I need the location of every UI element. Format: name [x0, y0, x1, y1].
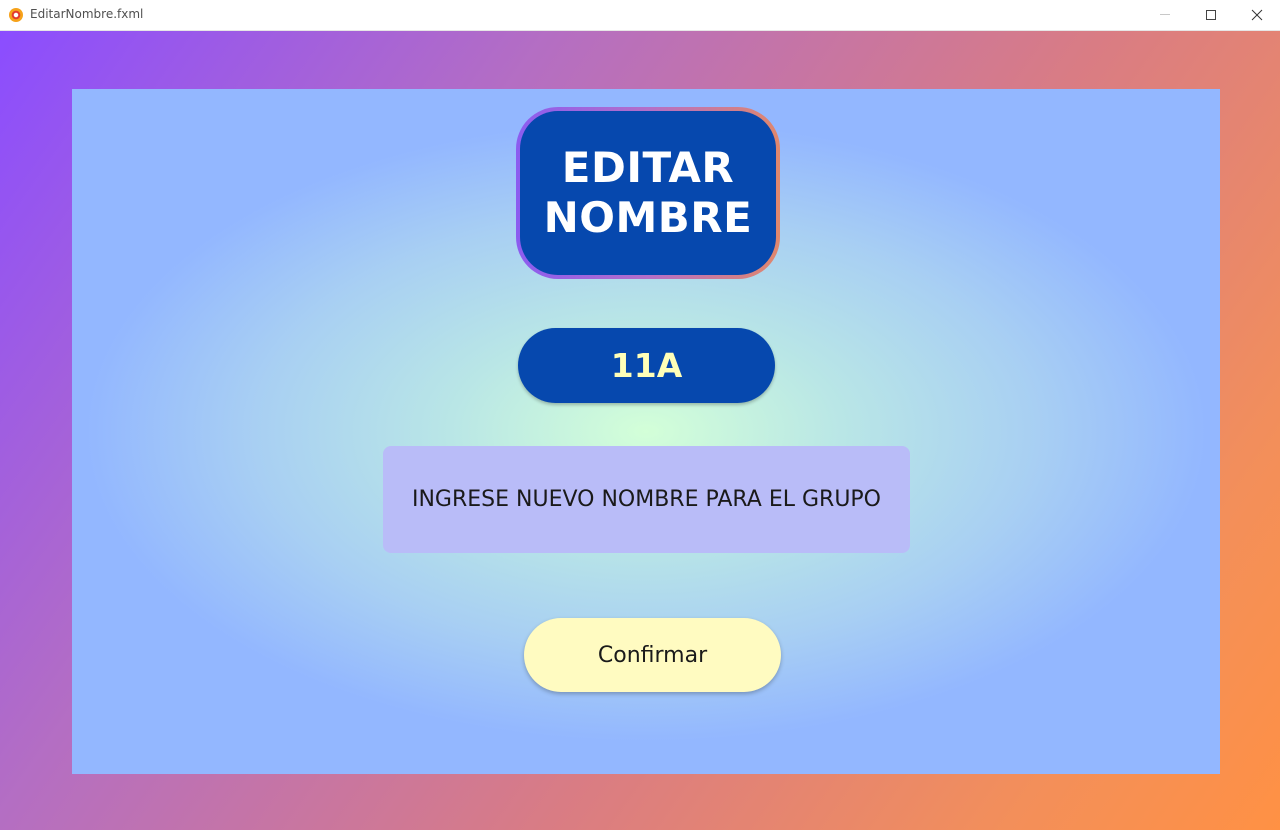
page-title-badge: EDITAR NOMBRE — [516, 107, 780, 279]
new-group-name-input[interactable] — [383, 446, 910, 553]
page-title: EDITAR NOMBRE — [520, 111, 776, 275]
title-bar: EditarNombre.fxml — [0, 0, 1280, 31]
confirm-button-label: Confirmar — [597, 642, 708, 668]
confirm-button[interactable]: Confirmar — [524, 618, 781, 692]
maximize-icon — [1206, 10, 1216, 20]
maximize-button[interactable] — [1188, 0, 1234, 30]
minimize-button[interactable] — [1142, 0, 1188, 30]
current-group-name: 11A — [610, 346, 683, 385]
app-window: EditarNombre.fxml EDITAR NOMBRE 11A Conf… — [0, 0, 1280, 830]
window-title: EditarNombre.fxml — [30, 7, 144, 21]
close-icon — [1251, 9, 1263, 21]
page-title-line-1: EDITAR — [561, 143, 735, 192]
app-logo-icon — [9, 8, 23, 22]
page-title-line-2: NOMBRE — [543, 193, 753, 242]
current-group-badge: 11A — [518, 328, 775, 403]
close-button[interactable] — [1234, 0, 1280, 30]
minimize-icon — [1160, 14, 1170, 15]
